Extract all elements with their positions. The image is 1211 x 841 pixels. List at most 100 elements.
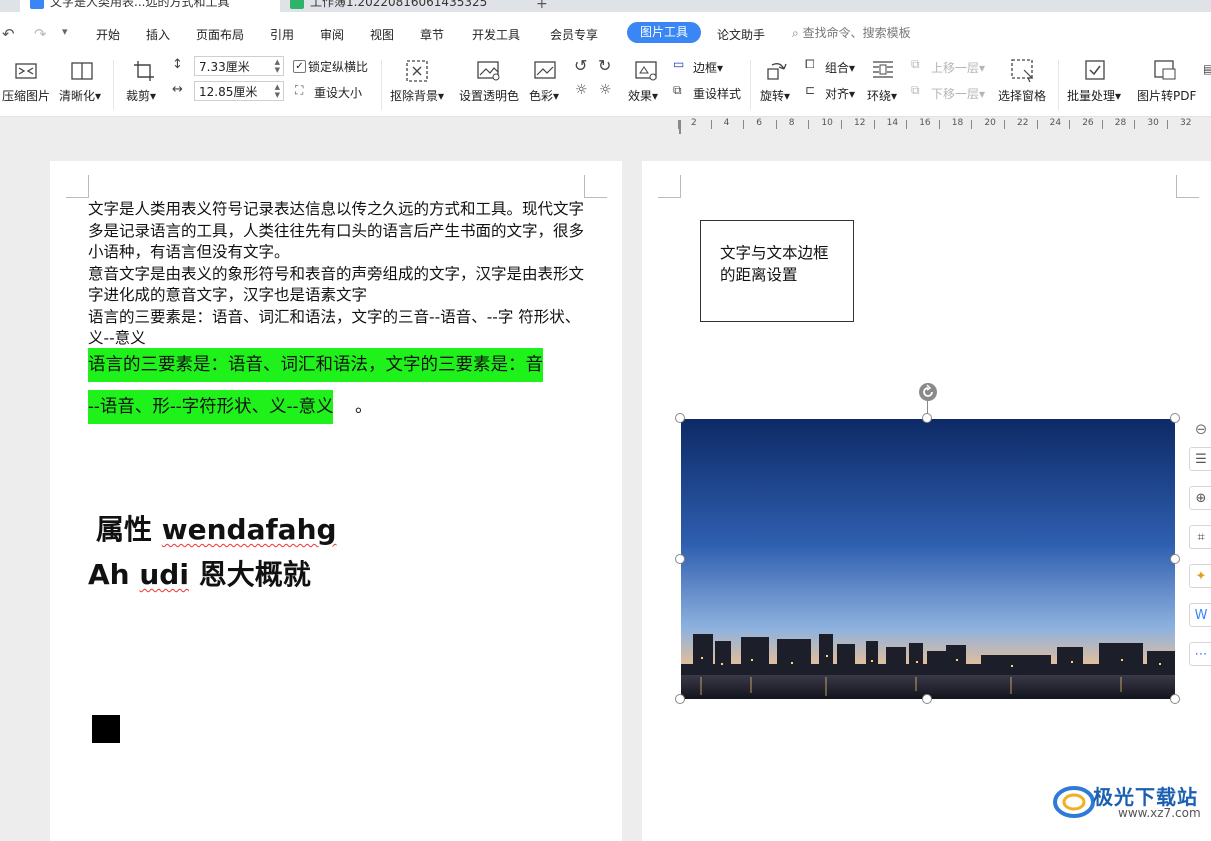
resize-handle[interactable] xyxy=(1170,694,1180,704)
ruler-label: 30 xyxy=(1147,118,1159,128)
align-button[interactable]: 对齐▾ xyxy=(825,85,855,102)
idea-icon[interactable]: ✦ xyxy=(1189,564,1211,588)
writer-doc-icon xyxy=(30,0,44,9)
paragraph[interactable]: 文字是人类用表义符号记录表达信息以传之久远的方式和工具。现代文字多是记录语言的工… xyxy=(88,199,588,264)
resize-handle[interactable] xyxy=(1170,554,1180,564)
menu-references[interactable]: 引用 xyxy=(270,26,294,43)
highlighted-text[interactable]: --语音、形--字符形状、义--意义 xyxy=(88,390,334,424)
search-icon: ⌕ xyxy=(792,26,799,40)
black-square-shape[interactable] xyxy=(92,715,120,743)
batch-processing-icon xyxy=(1085,60,1105,80)
border-button[interactable]: 边框▾ xyxy=(693,59,723,76)
remove-background-button[interactable]: 抠除背景▾ xyxy=(390,87,444,104)
menu-start[interactable]: 开始 xyxy=(96,26,120,43)
contrast-icon[interactable]: ☼ xyxy=(599,82,612,98)
reset-style-button[interactable]: 重设样式 xyxy=(693,85,741,102)
paragraph[interactable]: 意音文字是由表义的象形符号和表音的声旁组成的文字，汉字是由表形文字进化成的意音文… xyxy=(88,264,588,307)
set-transparent-color-button[interactable]: 设置透明色 xyxy=(459,87,519,104)
selected-picture[interactable] xyxy=(681,419,1175,699)
ruler-indent-marker[interactable] xyxy=(679,120,681,134)
large-text-line[interactable]: 属性 wendafahg xyxy=(96,508,337,548)
picture-to-text-icon[interactable]: W xyxy=(1189,603,1211,627)
ruler-tick xyxy=(710,120,712,129)
margin-corner-mark xyxy=(1176,175,1199,198)
crop-button[interactable]: 裁剪▾ xyxy=(126,87,156,104)
brightness-icon[interactable]: ☼ xyxy=(575,82,588,98)
menu-insert[interactable]: 插入 xyxy=(146,26,170,43)
menu-picture-tools[interactable]: 图片工具 xyxy=(627,22,701,43)
wrap-text-button[interactable]: 环绕▾ xyxy=(867,87,897,104)
paragraph[interactable]: 语言的三要素是：语音、词汇和语法，文字的三音--语音、--字 符形状、义--意义 xyxy=(88,307,588,350)
highlight-end-punctuation[interactable]: 。 xyxy=(355,390,373,424)
compress-picture-button[interactable]: 压缩图片 xyxy=(2,87,50,104)
more-options-icon[interactable]: ⋯ xyxy=(1189,642,1211,666)
rotate-button[interactable]: 旋转▾ xyxy=(760,87,790,104)
send-backward-button[interactable]: 下移一层▾ xyxy=(931,85,985,102)
document-tab-active[interactable]: 文字是人类用表...远的方式和工具 xyxy=(20,0,298,12)
menu-developer[interactable]: 开发工具 xyxy=(472,26,520,43)
rotate-left-icon[interactable]: ↺ xyxy=(574,56,587,75)
menu-thesis-assistant[interactable]: 论文助手 xyxy=(717,26,765,43)
batch-processing-button[interactable]: 批量处理▾ xyxy=(1067,87,1121,104)
group-button[interactable]: 组合▾ xyxy=(825,59,855,76)
large-text-cn: 属性 xyxy=(96,513,153,546)
new-tab-button[interactable]: + xyxy=(536,0,548,12)
text-box[interactable]: 文字与文本边框的距离设置 xyxy=(700,220,854,322)
selection-pane-button[interactable]: 选择窗格 xyxy=(998,87,1046,104)
lock-aspect-ratio-checkbox[interactable]: ✓ xyxy=(293,60,306,73)
sharpen-button[interactable]: 清晰化▾ xyxy=(59,87,101,104)
zoom-picture-icon[interactable]: ⊕ xyxy=(1189,486,1211,510)
resize-handle[interactable] xyxy=(675,694,685,704)
layout-options-icon[interactable]: ☰ xyxy=(1189,447,1211,471)
ruler-tick xyxy=(1101,120,1103,129)
ruler-tick xyxy=(678,120,679,129)
picture-to-pdf-icon xyxy=(1154,60,1176,80)
large-text-line[interactable]: Ah udi 恩大概就 xyxy=(88,553,311,593)
reset-size-button[interactable]: 重设大小 xyxy=(314,84,362,101)
resize-handle[interactable] xyxy=(922,694,932,704)
menu-member[interactable]: 会员专享 xyxy=(550,26,598,43)
text-box-content[interactable]: 文字与文本边框的距离设置 xyxy=(720,243,830,286)
resize-handle[interactable] xyxy=(1170,413,1180,423)
resize-handle[interactable] xyxy=(922,413,932,423)
color-button[interactable]: 色彩▾ xyxy=(529,87,559,104)
redo-icon[interactable]: ↷ xyxy=(34,25,47,43)
city-dusk-photo xyxy=(681,419,1175,699)
document-tab[interactable]: 工作簿1.20220816061435325 xyxy=(280,0,540,12)
menu-page-layout[interactable]: 页面布局 xyxy=(196,26,244,43)
misspelled-word: wendafahg xyxy=(161,513,337,546)
rotate-handle-icon[interactable] xyxy=(918,382,938,402)
quick-access-more-icon[interactable]: ▾ xyxy=(62,25,68,38)
menu-section[interactable]: 章节 xyxy=(420,26,444,43)
undo-icon[interactable]: ↶ xyxy=(2,25,15,43)
ruler-label: 26 xyxy=(1082,118,1094,128)
horizontal-ruler[interactable]: 2 4 6 8 10 12 14 16 18 20 22 24 26 28 30 32 xyxy=(650,116,1211,136)
more-tools-icon[interactable]: ▤ xyxy=(1203,62,1211,76)
menu-review[interactable]: 审阅 xyxy=(320,26,344,43)
command-search[interactable]: ⌕ 查找命令、搜索模板 xyxy=(792,24,911,41)
tab-title: 工作簿1.20220816061435325 xyxy=(310,0,488,9)
bring-forward-icon: ⧉ xyxy=(911,57,920,71)
picture-width-input[interactable]: 7.33厘米 ▲ ▼ xyxy=(194,56,284,76)
document-page: 文字是人类用表义符号记录表达信息以传之久远的方式和工具。现代文字多是记录语言的工… xyxy=(50,161,622,841)
resize-handle[interactable] xyxy=(675,413,685,423)
crop-picture-icon[interactable]: ⌗ xyxy=(1189,525,1211,549)
set-transparent-color-icon xyxy=(477,61,500,81)
ruler-label: 22 xyxy=(1017,118,1029,128)
rotate-right-icon[interactable]: ↻ xyxy=(598,56,611,75)
bring-forward-button[interactable]: 上移一层▾ xyxy=(931,59,985,76)
reset-style-icon: ⧉ xyxy=(673,83,682,97)
highlighted-text[interactable]: 语言的三要素是：语音、词汇和语法，文字的三要素是：音 xyxy=(88,348,543,382)
collapse-toolbar-icon[interactable]: ⊖ xyxy=(1189,417,1211,441)
menu-view[interactable]: 视图 xyxy=(370,26,394,43)
ruler-label: 8 xyxy=(788,118,795,128)
picture-to-pdf-button[interactable]: 图片转PDF xyxy=(1137,87,1196,104)
resize-handle[interactable] xyxy=(675,554,685,564)
body-text[interactable]: 文字是人类用表义符号记录表达信息以传之久远的方式和工具。现代文字多是记录语言的工… xyxy=(88,199,588,350)
ruler-tick xyxy=(1167,120,1168,129)
effects-button[interactable]: 效果▾ xyxy=(628,87,658,104)
picture-height-input[interactable]: 12.85厘米 ▲ ▼ xyxy=(194,81,284,101)
ruler-tick xyxy=(873,120,875,129)
group-icon: ⧠ xyxy=(805,57,815,71)
ruler-label: 12 xyxy=(854,118,866,128)
